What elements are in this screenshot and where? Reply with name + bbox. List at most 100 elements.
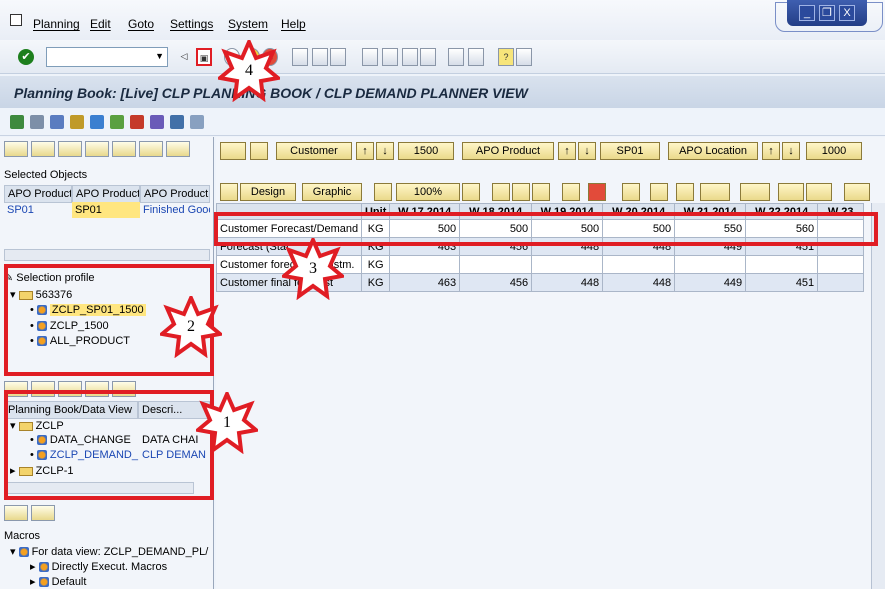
macro-button[interactable] xyxy=(4,505,28,521)
zoom-out-icon[interactable] xyxy=(374,183,392,201)
layout-icon[interactable] xyxy=(170,115,184,129)
notes-icon[interactable] xyxy=(110,115,124,129)
filter-button[interactable] xyxy=(58,141,82,157)
value-cell[interactable]: 463 xyxy=(389,273,461,292)
value-cell[interactable] xyxy=(817,255,865,274)
value-cell[interactable] xyxy=(674,255,747,274)
percent-toggle[interactable] xyxy=(740,183,770,201)
macro-node[interactable]: ▸ Default xyxy=(30,575,86,588)
horizontal-scrollbar[interactable] xyxy=(4,249,210,261)
shuffler-button[interactable] xyxy=(4,141,28,157)
value-cell[interactable] xyxy=(389,255,461,274)
switch-view-icon[interactable] xyxy=(30,115,44,129)
help-icon[interactable]: ? xyxy=(498,48,514,66)
back-arrow-icon[interactable]: ◁ xyxy=(176,48,192,66)
column-header[interactable]: APO Product xyxy=(140,185,210,203)
value-cell[interactable]: 449 xyxy=(674,273,747,292)
back-button[interactable] xyxy=(166,141,190,157)
value-cell[interactable] xyxy=(602,255,676,274)
selection-button[interactable] xyxy=(31,141,55,157)
open-folder-icon[interactable] xyxy=(220,183,238,201)
previous-product-button[interactable]: ↑ xyxy=(558,142,576,160)
product-value-dropdown[interactable]: SP01 xyxy=(600,142,660,160)
value-cell[interactable]: 448 xyxy=(531,273,604,292)
layout-icon[interactable] xyxy=(516,48,532,66)
macro-node[interactable]: ▾ For data view: ZCLP_DEMAND_PL/ xyxy=(10,545,210,558)
last-page-icon[interactable] xyxy=(420,48,436,66)
header-options-button[interactable] xyxy=(220,142,246,160)
value-cell[interactable]: 448 xyxy=(602,273,676,292)
enter-icon[interactable]: ✔ xyxy=(18,49,34,65)
load-data-icon[interactable] xyxy=(50,115,64,129)
zoom-in-icon[interactable] xyxy=(462,183,480,201)
next-location-button[interactable]: ↓ xyxy=(782,142,800,160)
alert-icon[interactable] xyxy=(588,183,606,201)
customer-button[interactable]: Customer xyxy=(276,142,352,160)
selected-object-row[interactable]: SP01 SP01 Finished Gooc xyxy=(4,202,210,218)
menu-planning[interactable]: Planning xyxy=(33,17,80,31)
sort-button[interactable] xyxy=(85,141,109,157)
minimize-icon[interactable]: _ xyxy=(799,5,815,21)
layout-button[interactable] xyxy=(112,141,136,157)
next-product-button[interactable]: ↓ xyxy=(578,142,596,160)
percent-dropdown[interactable] xyxy=(700,183,730,201)
menu-help[interactable]: Help xyxy=(281,17,306,31)
macro-close-button[interactable] xyxy=(31,505,55,521)
header-config-button[interactable] xyxy=(250,142,268,160)
value-cell[interactable] xyxy=(745,255,819,274)
value-cell[interactable]: 456 xyxy=(459,273,533,292)
menu-goto[interactable]: Goto xyxy=(128,17,154,31)
print-icon[interactable] xyxy=(292,48,308,66)
fix-icon[interactable] xyxy=(622,183,640,201)
alerts-icon[interactable] xyxy=(130,115,144,129)
search-icon[interactable] xyxy=(778,183,804,201)
copy-icon[interactable] xyxy=(512,183,530,201)
next-page-icon[interactable] xyxy=(402,48,418,66)
restore-icon[interactable]: ❐ xyxy=(819,5,835,21)
select-all-icon[interactable] xyxy=(492,183,510,201)
app-menu-icon[interactable] xyxy=(10,14,22,26)
design-mode-icon[interactable] xyxy=(70,115,84,129)
design-button[interactable]: Design xyxy=(240,183,296,201)
graphic-button[interactable]: Graphic xyxy=(302,183,362,201)
paste-icon[interactable] xyxy=(532,183,550,201)
next-customer-button[interactable]: ↓ xyxy=(376,142,394,160)
column-header[interactable]: APO Product xyxy=(72,185,140,203)
selection-window-icon[interactable] xyxy=(10,115,24,129)
delete-button[interactable] xyxy=(139,141,163,157)
previous-page-icon[interactable] xyxy=(382,48,398,66)
find-icon[interactable] xyxy=(312,48,328,66)
shortcut-icon[interactable] xyxy=(468,48,484,66)
layout-icon[interactable] xyxy=(844,183,870,201)
product-button[interactable]: APO Product xyxy=(462,142,554,160)
previous-customer-button[interactable]: ↑ xyxy=(356,142,374,160)
export-icon[interactable] xyxy=(190,115,204,129)
menu-settings[interactable]: Settings xyxy=(170,17,213,31)
command-field[interactable]: ▼ xyxy=(46,47,168,67)
first-page-icon[interactable] xyxy=(362,48,378,66)
value-cell[interactable] xyxy=(817,273,865,292)
location-value-dropdown[interactable]: 1000 xyxy=(806,142,862,160)
export-icon[interactable] xyxy=(806,183,832,201)
settings-icon[interactable] xyxy=(90,115,104,129)
column-header[interactable]: APO Product xyxy=(4,185,72,203)
macro-node[interactable]: ▸ Directly Execut. Macros xyxy=(30,560,167,573)
zoom-dropdown[interactable]: 100% xyxy=(396,183,460,201)
value-cell[interactable] xyxy=(459,255,533,274)
previous-location-button[interactable]: ↑ xyxy=(762,142,780,160)
location-button[interactable]: APO Location xyxy=(668,142,758,160)
new-session-icon[interactable] xyxy=(448,48,464,66)
note-icon[interactable] xyxy=(650,183,668,201)
value-cell[interactable]: 451 xyxy=(745,273,819,292)
find-next-icon[interactable] xyxy=(330,48,346,66)
close-icon[interactable]: X xyxy=(839,5,855,21)
fixing-icon[interactable] xyxy=(150,115,164,129)
menu-system[interactable]: System xyxy=(228,17,268,31)
save-icon[interactable]: ▣ xyxy=(196,48,212,66)
vertical-scrollbar[interactable] xyxy=(871,203,885,589)
filter-icon[interactable] xyxy=(562,183,580,201)
menu-edit[interactable]: Edit xyxy=(90,17,111,31)
chevron-down-icon[interactable]: ▼ xyxy=(155,51,164,61)
customer-value-dropdown[interactable]: 1500 xyxy=(398,142,454,160)
value-cell[interactable] xyxy=(531,255,604,274)
